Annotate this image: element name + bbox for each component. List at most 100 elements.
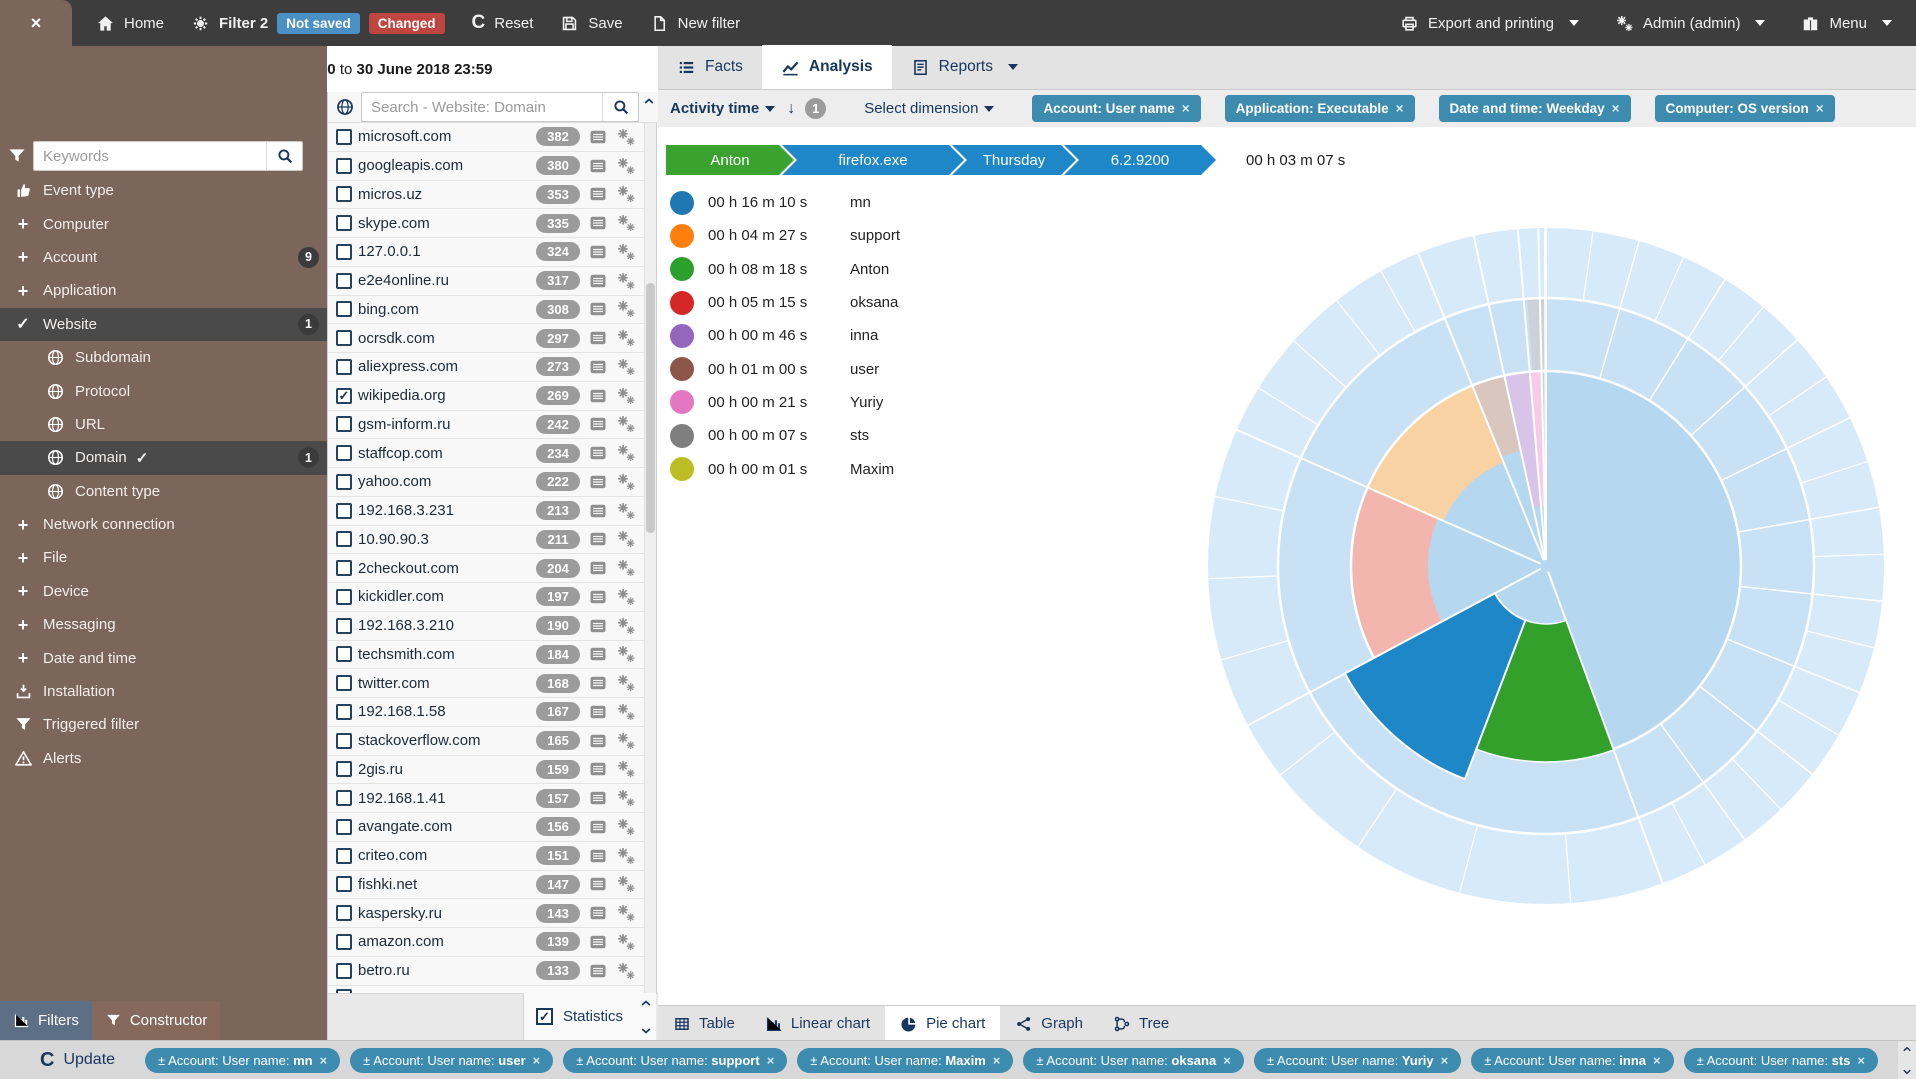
domain-scrollbar[interactable] xyxy=(644,123,656,993)
domain-row[interactable]: aliexpress.com 273 xyxy=(328,353,646,382)
domain-row[interactable]: betro.ru 133 xyxy=(328,957,646,986)
details-list-icon[interactable] xyxy=(588,299,608,319)
chart-tab-table[interactable]: Table xyxy=(658,1006,750,1041)
account-chip-yuriy[interactable]: ± Account: User name: Yuriy× xyxy=(1254,1048,1461,1073)
scroll-down-icon[interactable] xyxy=(1901,1066,1913,1078)
domain-row[interactable]: 2checkout.com 204 xyxy=(328,554,646,583)
domain-checkbox[interactable] xyxy=(336,905,352,921)
expand-plus-icon[interactable]: + xyxy=(18,649,29,667)
domain-checkbox[interactable] xyxy=(336,704,352,720)
domain-row[interactable]: e2e4online.ru 317 xyxy=(328,267,646,296)
details-list-icon[interactable] xyxy=(588,759,608,779)
details-list-icon[interactable] xyxy=(588,874,608,894)
sidebar-item-protocol[interactable]: Protocol xyxy=(0,374,327,407)
domain-checkbox[interactable] xyxy=(336,761,352,777)
domain-checkbox[interactable] xyxy=(336,129,352,145)
settings-gears-icon[interactable] xyxy=(616,299,636,319)
toolbar-item-filter-2[interactable]: Filter 2Not savedChanged xyxy=(191,13,444,34)
settings-gears-icon[interactable] xyxy=(616,156,636,176)
domain-checkbox[interactable] xyxy=(336,876,352,892)
domain-scrollbar-thumb[interactable] xyxy=(646,283,655,533)
update-button[interactable]: C Update xyxy=(40,1049,115,1072)
domain-row[interactable]: 192.168.3.231 213 xyxy=(328,497,646,526)
details-list-icon[interactable] xyxy=(588,156,608,176)
settings-gears-icon[interactable] xyxy=(616,903,636,923)
chart-tab-linear-chart[interactable]: Linear chart xyxy=(750,1006,885,1041)
sidebar-item-triggered-filter[interactable]: Triggered filter xyxy=(0,708,327,741)
details-list-icon[interactable] xyxy=(588,501,608,521)
domain-row[interactable]: gsm-inform.ru 242 xyxy=(328,411,646,440)
sunburst-chart[interactable] xyxy=(658,127,1916,1005)
sidebar-item-file[interactable]: +File xyxy=(0,541,327,574)
account-chip-support[interactable]: ± Account: User name: support× xyxy=(563,1048,787,1073)
toolbar-item-new-filter[interactable]: New filter xyxy=(650,14,741,33)
domain-checkbox[interactable] xyxy=(336,819,352,835)
domain-row[interactable]: 192.168.1.58 167 xyxy=(328,698,646,727)
chip-close-icon[interactable]: × xyxy=(1653,1053,1661,1068)
expand-plus-icon[interactable]: + xyxy=(18,616,29,634)
chip-close-icon[interactable]: × xyxy=(1816,101,1824,116)
domain-row[interactable]: bing.com 308 xyxy=(328,296,646,325)
scroll-up-icon[interactable] xyxy=(639,996,653,1010)
settings-gears-icon[interactable] xyxy=(616,759,636,779)
chart-tab-tree[interactable]: Tree xyxy=(1098,1006,1184,1041)
account-chip-sts[interactable]: ± Account: User name: sts× xyxy=(1684,1048,1878,1073)
toolbar-item-home[interactable]: Home xyxy=(96,14,164,33)
domain-row[interactable]: 2gis.ru 159 xyxy=(328,756,646,785)
details-list-icon[interactable] xyxy=(588,414,608,434)
dimension-chip[interactable]: Account: User name× xyxy=(1032,95,1200,122)
expand-plus-icon[interactable]: + xyxy=(18,582,29,600)
chip-close-icon[interactable]: × xyxy=(533,1053,541,1068)
domain-checkbox[interactable] xyxy=(336,301,352,317)
settings-gears-icon[interactable] xyxy=(616,127,636,147)
domain-row[interactable]: stackoverflow.com 165 xyxy=(328,727,646,756)
details-list-icon[interactable] xyxy=(588,127,608,147)
domain-row[interactable]: avangate.com 156 xyxy=(328,813,646,842)
domain-row[interactable]: amazon.com 139 xyxy=(328,928,646,957)
sidebar-item-network-connection[interactable]: +Network connection xyxy=(0,508,327,541)
domain-checkbox[interactable] xyxy=(336,589,352,605)
sidebar-item-computer[interactable]: +Computer xyxy=(0,207,327,240)
sidebar-item-messaging[interactable]: +Messaging xyxy=(0,608,327,641)
domain-row[interactable]: staffcop.com 234 xyxy=(328,439,646,468)
sidebar-item-url[interactable]: URL xyxy=(0,408,327,441)
expand-plus-icon[interactable]: + xyxy=(18,549,29,567)
settings-gears-icon[interactable] xyxy=(616,616,636,636)
chip-close-icon[interactable]: × xyxy=(1223,1053,1231,1068)
sidebar-item-content-type[interactable]: Content type xyxy=(0,475,327,508)
settings-gears-icon[interactable] xyxy=(616,529,636,549)
domain-search-input[interactable] xyxy=(362,99,602,116)
domain-row[interactable]: ocrsdk.com 297 xyxy=(328,324,646,353)
domain-checkbox[interactable] xyxy=(336,790,352,806)
expand-plus-icon[interactable]: + xyxy=(18,282,29,300)
details-list-icon[interactable] xyxy=(588,529,608,549)
domain-row[interactable]: microsoft.com 382 xyxy=(328,123,646,152)
sort-direction-icon[interactable]: ↓ xyxy=(787,100,795,118)
select-dimension-dropdown[interactable]: Select dimension xyxy=(864,100,978,117)
domain-checkbox[interactable] xyxy=(336,186,352,202)
statistics-checkbox[interactable]: ✓ xyxy=(536,1008,553,1025)
account-chip-mn[interactable]: ± Account: User name: mn× xyxy=(145,1048,340,1073)
details-list-icon[interactable] xyxy=(588,817,608,837)
tab-analysis[interactable]: Analysis xyxy=(762,45,892,89)
sidebar-item-website[interactable]: ✓Website 1 xyxy=(0,308,327,341)
domain-row[interactable]: kaspersky.ru 143 xyxy=(328,899,646,928)
details-list-icon[interactable] xyxy=(588,903,608,923)
domain-checkbox[interactable] xyxy=(336,416,352,432)
toolbar-item-admin-admin-[interactable]: Admin (admin) xyxy=(1615,14,1766,33)
domain-row[interactable]: 192.168.3.210 190 xyxy=(328,612,646,641)
details-list-icon[interactable] xyxy=(588,328,608,348)
dimension-chip[interactable]: Application: Executable× xyxy=(1225,95,1415,122)
domain-search-button[interactable] xyxy=(602,92,638,122)
sidebar-item-installation[interactable]: Installation xyxy=(0,675,327,708)
sidebar-collapse-tab[interactable]: × xyxy=(0,0,72,46)
domain-checkbox[interactable] xyxy=(336,273,352,289)
details-list-icon[interactable] xyxy=(588,213,608,233)
domain-checkbox[interactable] xyxy=(336,646,352,662)
chip-close-icon[interactable]: × xyxy=(1612,101,1620,116)
sidebar-item-device[interactable]: +Device xyxy=(0,575,327,608)
domain-checkbox[interactable] xyxy=(336,330,352,346)
scroll-up-icon[interactable] xyxy=(1901,1043,1913,1055)
settings-gears-icon[interactable] xyxy=(616,702,636,722)
chip-close-icon[interactable]: × xyxy=(1857,1053,1865,1068)
